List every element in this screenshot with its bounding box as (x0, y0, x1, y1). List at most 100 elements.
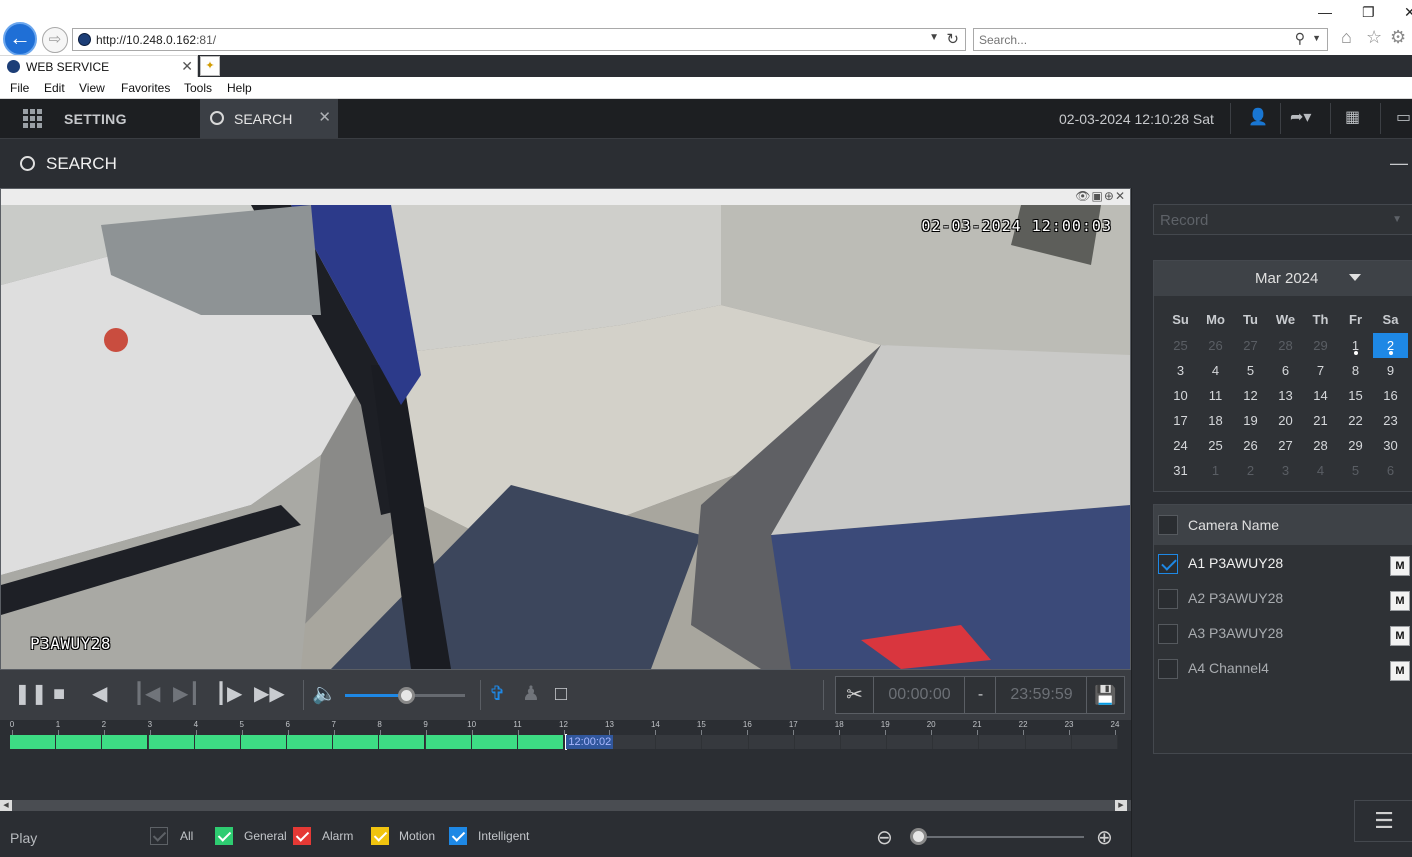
timeline-zoom-slider[interactable] (910, 828, 1084, 845)
camera-main-stream-button[interactable]: M (1390, 626, 1410, 646)
pause-icon[interactable]: ❚❚ (14, 682, 48, 706)
camera-checkbox[interactable] (1158, 659, 1178, 679)
calendar-day[interactable]: 3 (1163, 358, 1198, 383)
timeline-recorded-segment[interactable] (287, 735, 334, 749)
month-dropdown-icon[interactable] (1349, 274, 1361, 281)
menu-favorites[interactable]: Favorites (121, 81, 170, 95)
browser-search-input[interactable] (979, 32, 1279, 48)
calendar-header[interactable]: Mar 2024 (1154, 261, 1412, 296)
calendar-day[interactable]: 6 (1268, 358, 1303, 383)
timeline-recorded-segment[interactable] (10, 735, 57, 749)
volume-slider-handle[interactable] (398, 687, 416, 704)
close-window-icon[interactable]: ✕ (1404, 4, 1412, 21)
calendar-day[interactable]: 30 (1373, 433, 1408, 458)
back-arrow-icon[interactable]: ← (3, 22, 37, 56)
logout-icon[interactable]: ➦▾ (1290, 107, 1311, 127)
calendar-day[interactable]: 14 (1303, 383, 1338, 408)
camera-main-stream-button[interactable]: M (1390, 591, 1410, 611)
smart-search-icon[interactable]: ✞ (489, 682, 506, 706)
list-view-icon[interactable]: ☰ (1354, 800, 1412, 842)
timeline-empty-segment[interactable] (794, 735, 841, 749)
timeline-recorded-segment[interactable] (102, 735, 149, 749)
select-all-cameras-checkbox[interactable] (1158, 515, 1178, 535)
calendar-day[interactable]: 18 (1198, 408, 1233, 433)
timeline-empty-segment[interactable] (656, 735, 703, 749)
camera-checkbox[interactable] (1158, 589, 1178, 609)
tab-setting[interactable]: SETTING (64, 111, 127, 127)
next-frame-icon[interactable]: ▶┃ (173, 682, 200, 706)
calendar-day[interactable]: 20 (1268, 408, 1303, 433)
camera-checkbox[interactable] (1158, 554, 1178, 574)
calendar-day[interactable]: 19 (1233, 408, 1268, 433)
calendar-day[interactable]: 16 (1373, 383, 1408, 408)
scroll-left-arrow-icon[interactable]: ◀ (0, 800, 12, 811)
calendar-day[interactable]: 21 (1303, 408, 1338, 433)
timeline-recorded-segment[interactable] (517, 735, 564, 749)
menu-edit[interactable]: Edit (44, 81, 65, 95)
timeline-recorded-segment[interactable] (240, 735, 287, 749)
display-icon[interactable]: ▭ (1396, 107, 1411, 127)
calendar-day[interactable]: 9 (1373, 358, 1408, 383)
calendar-day[interactable]: 24 (1163, 433, 1198, 458)
calendar-day[interactable]: 27 (1268, 433, 1303, 458)
address-bar[interactable]: http://10.248.0.162:81/ ▼ ↻ (72, 28, 966, 51)
timeline-track[interactable] (10, 735, 1118, 749)
timeline-empty-segment[interactable] (979, 735, 1026, 749)
search-dropdown-icon[interactable]: ▼ (1312, 33, 1321, 43)
zoom-slider-handle[interactable] (910, 828, 927, 845)
calendar-day[interactable]: 11 (1198, 383, 1233, 408)
volume-slider[interactable] (345, 687, 465, 704)
calendar-day[interactable]: 8 (1338, 358, 1373, 383)
close-video-icon[interactable]: ✕ (1115, 189, 1126, 203)
clip-end-time[interactable] (997, 677, 1087, 713)
main-menu-grid-icon[interactable] (23, 109, 43, 129)
calendar-day[interactable]: 12 (1233, 383, 1268, 408)
browser-tab[interactable]: WEB SERVICE ✕ (0, 55, 198, 77)
forward-arrow-icon[interactable]: ⇨ (42, 27, 68, 53)
snapshot-icon[interactable]: ▣ (1092, 189, 1104, 203)
previous-frame-icon[interactable]: ┃◀ (133, 682, 160, 706)
calendar-day[interactable]: 23 (1373, 408, 1408, 433)
human-detect-icon[interactable]: ♟ (522, 682, 540, 706)
zoom-out-icon[interactable]: ⊖ (876, 825, 893, 850)
calendar-day[interactable]: 15 (1338, 383, 1373, 408)
calendar-day[interactable]: 29 (1338, 433, 1373, 458)
filter-all-checkbox[interactable] (150, 827, 168, 845)
fast-play-icon[interactable]: ▶▶ (254, 682, 285, 706)
timeline-empty-segment[interactable] (887, 735, 934, 749)
menu-tools[interactable]: Tools (184, 81, 212, 95)
tools-gear-icon[interactable]: ⚙ (1390, 27, 1406, 48)
calendar-day[interactable]: 26 (1233, 433, 1268, 458)
calendar-day[interactable]: 25 (1198, 433, 1233, 458)
home-icon[interactable]: ⌂ (1341, 27, 1352, 48)
restore-icon[interactable]: ❐ (1362, 4, 1375, 21)
clip-start-time[interactable] (875, 677, 965, 713)
filter-alarm-checkbox[interactable] (293, 827, 311, 845)
timeline-recorded-segment[interactable] (471, 735, 518, 749)
qr-code-icon[interactable]: ▦ (1345, 107, 1360, 127)
refresh-icon[interactable]: ↻ (946, 30, 959, 48)
video-playback-frame[interactable]: 02-03-2024 12:00:03 P3AWUY28 (1, 205, 1130, 669)
camera-main-stream-button[interactable]: M (1390, 556, 1410, 576)
tab-close-icon[interactable]: ✕ (181, 58, 193, 75)
calendar-day[interactable]: 31 (1163, 458, 1198, 483)
scroll-right-arrow-icon[interactable]: ▶ (1115, 800, 1127, 811)
eye-icon[interactable]: 👁 (1075, 189, 1091, 203)
search-icon[interactable]: ⚲ (1295, 30, 1305, 47)
record-type-select[interactable]: Record ▼ (1153, 204, 1412, 235)
timeline-recorded-segment[interactable] (425, 735, 472, 749)
menu-help[interactable]: Help (227, 81, 252, 95)
fullscreen-icon[interactable]: □ (555, 682, 567, 706)
new-tab-button[interactable]: ✦ (200, 56, 220, 76)
address-dropdown-icon[interactable]: ▼ (929, 32, 939, 43)
timeline-empty-segment[interactable] (841, 735, 888, 749)
play-backward-icon[interactable]: ◀ (92, 682, 107, 706)
calendar-day[interactable]: 2 (1373, 333, 1408, 358)
calendar-day[interactable]: 28 (1303, 433, 1338, 458)
calendar-day[interactable]: 4 (1198, 358, 1233, 383)
tab-search[interactable]: SEARCH ✕ (200, 99, 338, 138)
collapse-icon[interactable]: — (1390, 153, 1408, 174)
zoom-in-icon[interactable]: ⊕ (1104, 189, 1115, 203)
menu-view[interactable]: View (79, 81, 105, 95)
camera-main-stream-button[interactable]: M (1390, 661, 1410, 681)
